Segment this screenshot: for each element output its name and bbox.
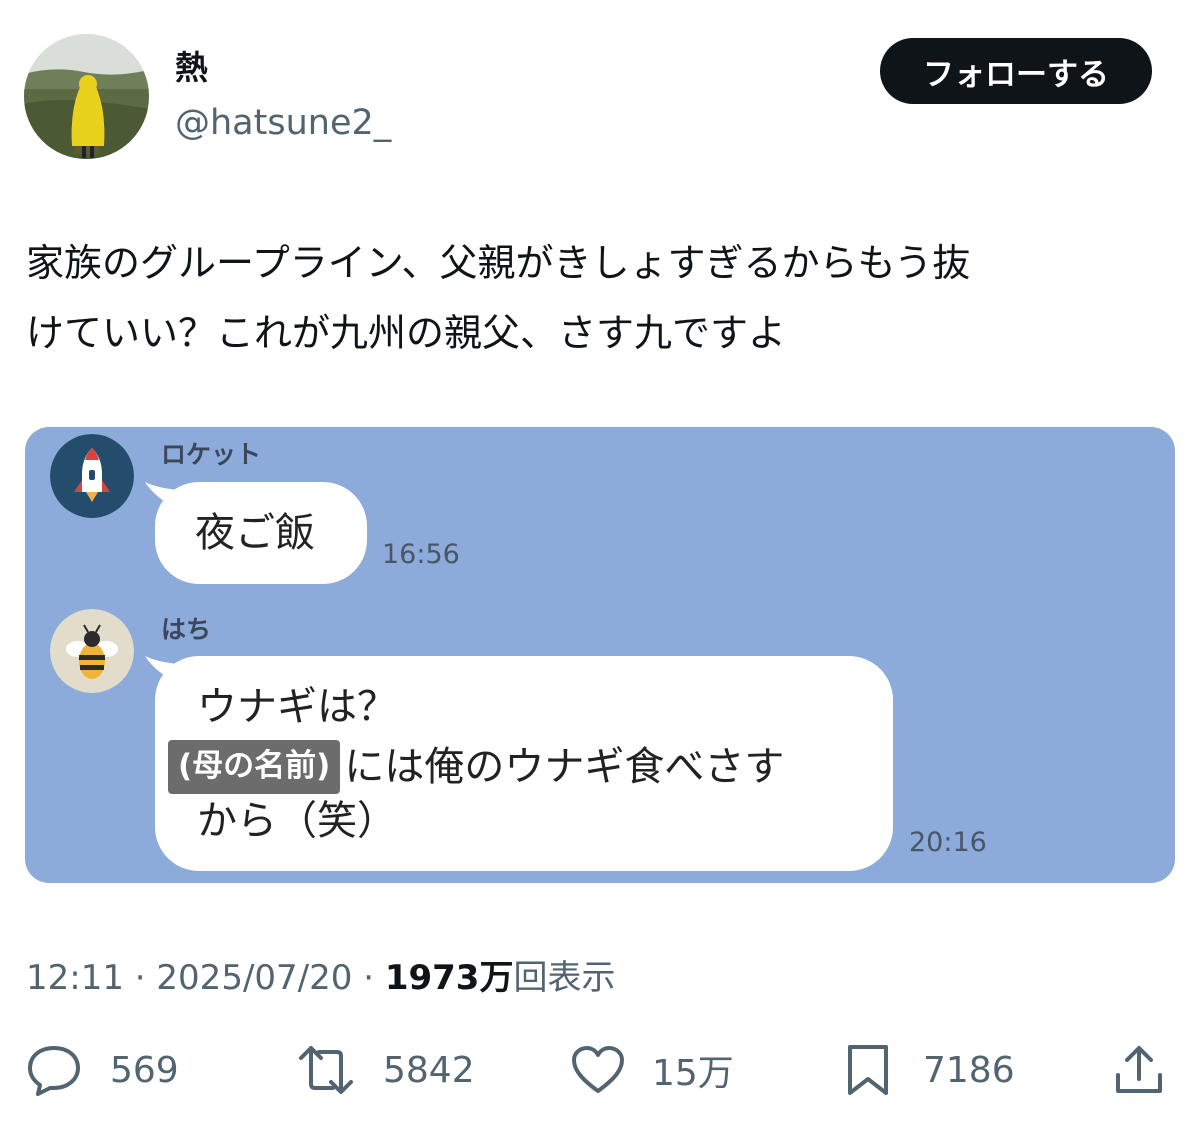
like-button[interactable]: 15万 (570, 1042, 734, 1098)
message-text: (母の名前) には俺のウナギ食べさす (168, 740, 784, 794)
repost-icon (299, 1046, 353, 1094)
reply-button[interactable]: 569 (26, 1042, 179, 1098)
display-name[interactable]: 熱 (175, 48, 208, 88)
like-count: 15万 (652, 1053, 734, 1094)
bookmark-button[interactable]: 7186 (845, 1042, 1015, 1098)
bookmark-icon (848, 1045, 888, 1095)
tweet-text-line: 家族のグループライン、父親がきしょすぎるからもう抜 (26, 241, 971, 285)
views-label: 回表示 (513, 958, 616, 998)
user-handle[interactable]: @hatsune2_ (175, 102, 391, 144)
tweet-meta: 12:11 · 2025/07/20 · 1973万回表示 (26, 950, 615, 999)
avatar[interactable] (24, 34, 149, 159)
message-time: 16:56 (382, 539, 460, 570)
bookmark-count: 7186 (923, 1049, 1015, 1091)
tweet-date[interactable]: 2025/07/20 (156, 958, 352, 998)
message-text: ウナギは？ (197, 684, 397, 730)
message-text: 夜ご飯 (195, 510, 315, 556)
meta-separator: · (123, 958, 157, 998)
repost-count: 5842 (383, 1049, 475, 1091)
reply-count: 569 (110, 1049, 179, 1091)
redacted-name: (母の名前) (168, 740, 341, 794)
rocket-avatar-icon (50, 434, 134, 518)
heart-icon (572, 1046, 624, 1093)
repost-button[interactable]: 5842 (297, 1042, 475, 1098)
sender-name: はち (161, 615, 212, 644)
share-icon (1116, 1046, 1162, 1093)
tweet-text-line: けていい？これが九州の親父、さす九ですよ (26, 311, 787, 355)
tweet-image[interactable]: ロケット 夜ご飯 16:56 はち ウナギは？ (母の名前) には俺のウナギ食べさ… (25, 427, 1175, 883)
message-time: 20:16 (909, 827, 987, 858)
share-button[interactable] (1112, 1042, 1166, 1098)
sender-name: ロケット (161, 440, 262, 469)
bee-avatar-icon (50, 609, 134, 693)
tweet-text: 家族のグループライン、父親がきしょすぎるからもう抜 けていい？これが九州の親父、… (26, 228, 1166, 368)
message-text-rest: には俺のウナギ食べさす (344, 744, 785, 790)
views-count[interactable]: 1973万 (385, 958, 514, 998)
message-text: から（笑） (197, 798, 397, 844)
avatar-photo (24, 34, 149, 159)
reply-icon (28, 1046, 80, 1096)
tweet-time[interactable]: 12:11 (26, 958, 124, 998)
follow-button[interactable]: フォローする (880, 38, 1152, 104)
meta-separator: · (352, 958, 385, 998)
